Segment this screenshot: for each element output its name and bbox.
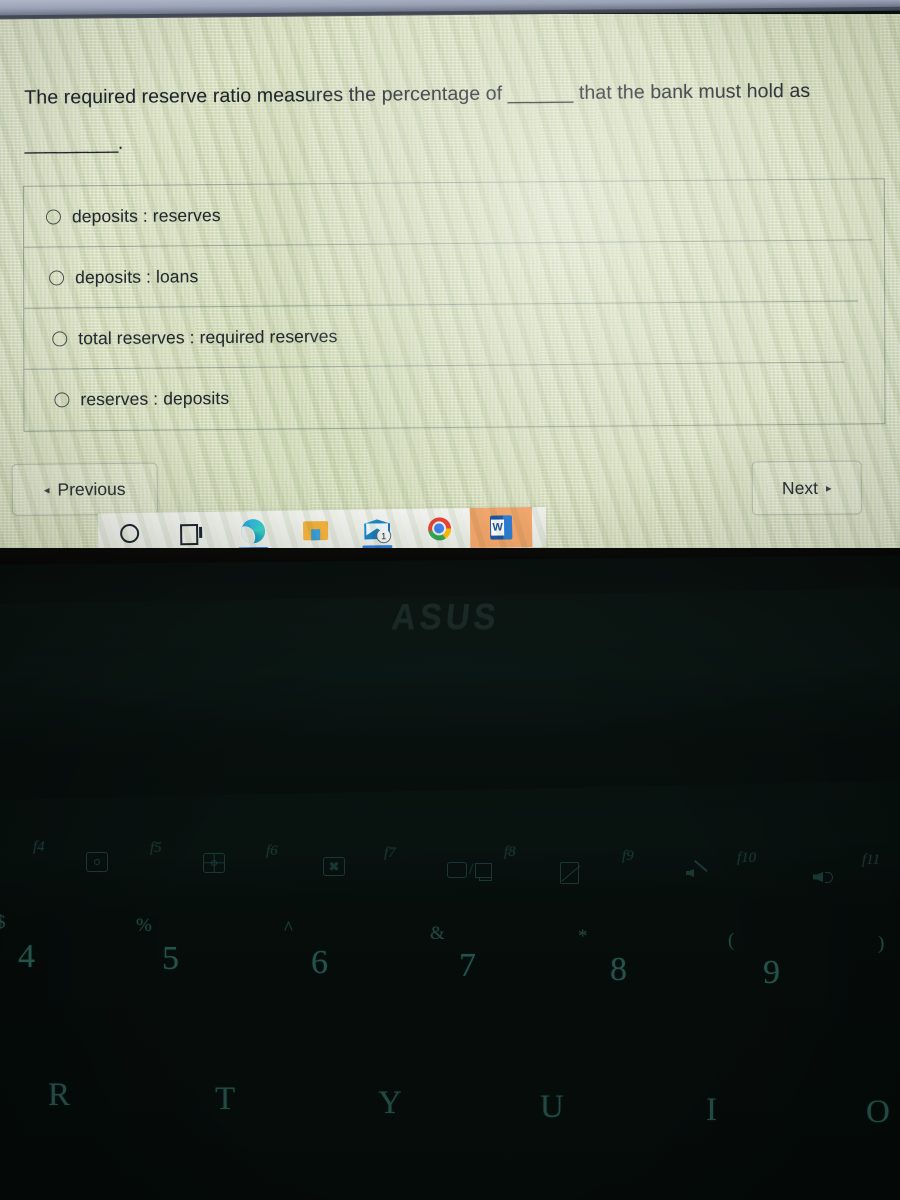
taskbar-item-file-explorer[interactable] bbox=[284, 510, 347, 548]
running-indicator bbox=[362, 545, 393, 548]
fn-key-label-f4[interactable]: f4 bbox=[33, 839, 45, 856]
option-label: deposits : reserves bbox=[71, 204, 221, 226]
display-toggle-icon[interactable]: / bbox=[447, 861, 493, 881]
radio-button-icon[interactable] bbox=[45, 208, 61, 225]
key-shift-ampersand[interactable]: & bbox=[430, 923, 445, 945]
taskbar-item-google-chrome[interactable] bbox=[408, 508, 471, 548]
mail-icon: 1 bbox=[364, 519, 392, 544]
key-4[interactable]: 4 bbox=[18, 938, 35, 976]
radio-button-icon[interactable] bbox=[49, 269, 65, 286]
word-icon: W bbox=[489, 515, 513, 540]
laptop-screen: The required reserve ratio measures the … bbox=[0, 14, 900, 548]
key-r[interactable]: R bbox=[48, 1077, 70, 1114]
key-shift-asterisk[interactable]: * bbox=[578, 926, 588, 948]
keyboard-backlight-up-icon[interactable] bbox=[203, 853, 225, 873]
quiz-page: The required reserve ratio measures the … bbox=[0, 14, 900, 548]
fn-key-label-f5[interactable]: f5 bbox=[150, 840, 162, 857]
keyboard-backlight-down-icon[interactable] bbox=[86, 852, 108, 872]
key-u[interactable]: U bbox=[540, 1089, 564, 1126]
previous-button[interactable]: ◂ Previous bbox=[11, 462, 158, 516]
taskbar-item-microsoft-edge[interactable] bbox=[222, 511, 285, 548]
key-shift-percent[interactable]: % bbox=[136, 915, 152, 937]
key-o[interactable]: O bbox=[866, 1094, 890, 1131]
asus-logo: ASUS bbox=[389, 596, 502, 637]
key-shift-paren-open[interactable]: ( bbox=[728, 930, 734, 952]
key-shift-dollar[interactable]: $ bbox=[0, 912, 6, 934]
radio-button-icon[interactable] bbox=[52, 330, 68, 346]
laptop-photo: The required reserve ratio measures the … bbox=[0, 0, 900, 1200]
fn-key-label-f11[interactable]: f11 bbox=[862, 852, 880, 869]
option-row[interactable]: deposits : loans bbox=[24, 239, 873, 308]
windows-taskbar: 1 W bbox=[97, 506, 547, 548]
project-screen-icon[interactable] bbox=[560, 862, 579, 884]
fn-key-label-f9[interactable]: f9 bbox=[622, 848, 634, 865]
chrome-icon bbox=[427, 516, 451, 541]
option-row[interactable]: reserves : deposits bbox=[24, 361, 845, 430]
option-row[interactable]: total reserves : required reserves bbox=[24, 300, 859, 369]
question-text: The required reserve ratio measures the … bbox=[24, 76, 885, 159]
key-shift-caret[interactable]: ^ bbox=[284, 918, 293, 940]
next-button[interactable]: Next ▸ bbox=[751, 460, 863, 516]
option-label: reserves : deposits bbox=[80, 387, 230, 409]
fn-key-label-f10[interactable]: f10 bbox=[737, 850, 756, 867]
taskbar-item-cortana[interactable] bbox=[98, 513, 161, 548]
radio-button-icon[interactable] bbox=[54, 391, 70, 407]
option-label: deposits : loans bbox=[75, 265, 199, 287]
fn-key-label-f7[interactable]: f7 bbox=[384, 845, 396, 862]
key-7[interactable]: 7 bbox=[459, 947, 476, 985]
chevron-right-icon: ▸ bbox=[825, 482, 832, 495]
mute-icon[interactable] bbox=[685, 864, 707, 882]
question-line-1: The required reserve ratio measures the … bbox=[24, 79, 811, 109]
fn-key-label-f6[interactable]: f6 bbox=[266, 843, 278, 860]
key-shift-paren-close[interactable]: ) bbox=[878, 933, 884, 955]
key-i[interactable]: I bbox=[706, 1092, 717, 1129]
taskbar-item-microsoft-word[interactable]: W bbox=[469, 507, 533, 548]
option-label: total reserves : required reserves bbox=[78, 325, 338, 348]
next-button-label: Next bbox=[781, 477, 819, 498]
word-letter: W bbox=[490, 519, 505, 536]
mail-unread-badge: 1 bbox=[376, 528, 392, 544]
chevron-left-icon: ◂ bbox=[43, 484, 50, 497]
key-6[interactable]: 6 bbox=[311, 944, 328, 982]
key-y[interactable]: Y bbox=[378, 1085, 402, 1122]
volume-down-icon[interactable] bbox=[812, 868, 834, 886]
task-view-icon bbox=[180, 523, 202, 540]
previous-button-label: Previous bbox=[57, 478, 126, 499]
touchpad-toggle-icon[interactable]: ✖ bbox=[323, 857, 345, 876]
taskbar-item-mail[interactable]: 1 bbox=[346, 509, 409, 548]
fn-key-label-f8[interactable]: f8 bbox=[504, 844, 516, 861]
key-5[interactable]: 5 bbox=[162, 940, 179, 978]
answer-options-list: deposits : reserves deposits : loans tot… bbox=[22, 178, 886, 432]
question-line-2: _________. bbox=[24, 131, 123, 155]
key-8[interactable]: 8 bbox=[610, 951, 627, 989]
deck-reflection-2 bbox=[0, 779, 900, 921]
folder-icon bbox=[302, 521, 327, 540]
circle-icon bbox=[119, 523, 139, 543]
option-row[interactable]: deposits : reserves bbox=[23, 178, 884, 247]
key-t[interactable]: T bbox=[215, 1081, 235, 1118]
taskbar-item-task-view[interactable] bbox=[160, 512, 223, 548]
key-9[interactable]: 9 bbox=[763, 954, 780, 992]
running-indicator bbox=[238, 546, 269, 548]
edge-icon bbox=[240, 518, 266, 544]
